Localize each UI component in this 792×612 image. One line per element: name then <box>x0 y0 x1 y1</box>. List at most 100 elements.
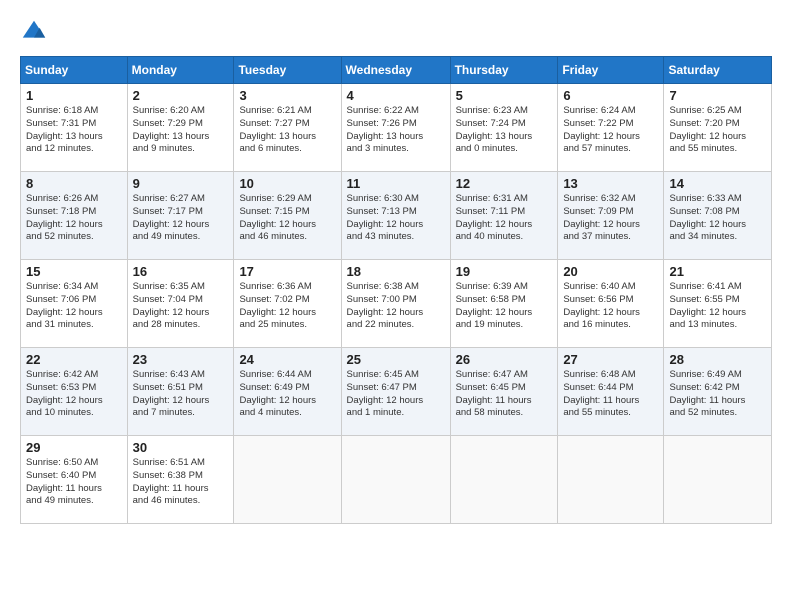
day-number: 9 <box>133 176 229 191</box>
calendar-cell: 29 Sunrise: 6:50 AM Sunset: 6:40 PM Dayli… <box>21 436 128 524</box>
day-number: 23 <box>133 352 229 367</box>
calendar-cell: 3 Sunrise: 6:21 AM Sunset: 7:27 PM Daylig… <box>234 84 341 172</box>
day-number: 3 <box>239 88 335 103</box>
day-info: Sunrise: 6:35 AM Sunset: 7:04 PM Dayligh… <box>133 281 229 332</box>
day-number: 15 <box>26 264 122 279</box>
day-info: Sunrise: 6:27 AM Sunset: 7:17 PM Dayligh… <box>133 193 229 244</box>
day-info: Sunrise: 6:24 AM Sunset: 7:22 PM Dayligh… <box>563 105 658 156</box>
calendar-cell <box>664 436 772 524</box>
calendar-header-thursday: Thursday <box>450 57 558 84</box>
calendar-cell: 13 Sunrise: 6:32 AM Sunset: 7:09 PM Dayli… <box>558 172 664 260</box>
day-number: 20 <box>563 264 658 279</box>
calendar-header-row: SundayMondayTuesdayWednesdayThursdayFrid… <box>21 57 772 84</box>
calendar-cell: 23 Sunrise: 6:43 AM Sunset: 6:51 PM Dayli… <box>127 348 234 436</box>
day-number: 4 <box>347 88 445 103</box>
day-info: Sunrise: 6:20 AM Sunset: 7:29 PM Dayligh… <box>133 105 229 156</box>
calendar-cell: 5 Sunrise: 6:23 AM Sunset: 7:24 PM Daylig… <box>450 84 558 172</box>
calendar-cell: 15 Sunrise: 6:34 AM Sunset: 7:06 PM Dayli… <box>21 260 128 348</box>
calendar-cell <box>558 436 664 524</box>
calendar-cell: 14 Sunrise: 6:33 AM Sunset: 7:08 PM Dayli… <box>664 172 772 260</box>
day-info: Sunrise: 6:18 AM Sunset: 7:31 PM Dayligh… <box>26 105 122 156</box>
day-number: 7 <box>669 88 766 103</box>
day-number: 17 <box>239 264 335 279</box>
calendar-cell: 18 Sunrise: 6:38 AM Sunset: 7:00 PM Dayli… <box>341 260 450 348</box>
calendar-cell <box>450 436 558 524</box>
logo <box>20 18 52 46</box>
day-info: Sunrise: 6:30 AM Sunset: 7:13 PM Dayligh… <box>347 193 445 244</box>
calendar-header-friday: Friday <box>558 57 664 84</box>
day-number: 18 <box>347 264 445 279</box>
day-info: Sunrise: 6:45 AM Sunset: 6:47 PM Dayligh… <box>347 369 445 420</box>
calendar-cell <box>341 436 450 524</box>
day-info: Sunrise: 6:33 AM Sunset: 7:08 PM Dayligh… <box>669 193 766 244</box>
day-number: 11 <box>347 176 445 191</box>
day-number: 27 <box>563 352 658 367</box>
day-number: 19 <box>456 264 553 279</box>
day-number: 21 <box>669 264 766 279</box>
calendar-header-monday: Monday <box>127 57 234 84</box>
calendar-cell: 19 Sunrise: 6:39 AM Sunset: 6:58 PM Dayli… <box>450 260 558 348</box>
day-info: Sunrise: 6:22 AM Sunset: 7:26 PM Dayligh… <box>347 105 445 156</box>
calendar-cell: 8Sunrise: 6:26 AM Sunset: 7:18 PM Daylig… <box>21 172 128 260</box>
calendar-cell <box>234 436 341 524</box>
day-number: 12 <box>456 176 553 191</box>
day-number: 24 <box>239 352 335 367</box>
day-info: Sunrise: 6:42 AM Sunset: 6:53 PM Dayligh… <box>26 369 122 420</box>
day-info: Sunrise: 6:34 AM Sunset: 7:06 PM Dayligh… <box>26 281 122 332</box>
calendar-header-sunday: Sunday <box>21 57 128 84</box>
calendar-week-0: 1Sunrise: 6:18 AM Sunset: 7:31 PM Daylig… <box>21 84 772 172</box>
calendar-header-tuesday: Tuesday <box>234 57 341 84</box>
calendar-week-2: 15 Sunrise: 6:34 AM Sunset: 7:06 PM Dayli… <box>21 260 772 348</box>
day-info: Sunrise: 6:38 AM Sunset: 7:00 PM Dayligh… <box>347 281 445 332</box>
day-number: 5 <box>456 88 553 103</box>
day-info: Sunrise: 6:47 AM Sunset: 6:45 PM Dayligh… <box>456 369 553 420</box>
calendar-cell: 6Sunrise: 6:24 AM Sunset: 7:22 PM Daylig… <box>558 84 664 172</box>
day-info: Sunrise: 6:50 AM Sunset: 6:40 PM Dayligh… <box>26 457 122 508</box>
calendar-cell: 25 Sunrise: 6:45 AM Sunset: 6:47 PM Dayli… <box>341 348 450 436</box>
day-info: Sunrise: 6:36 AM Sunset: 7:02 PM Dayligh… <box>239 281 335 332</box>
day-number: 29 <box>26 440 122 455</box>
day-info: Sunrise: 6:41 AM Sunset: 6:55 PM Dayligh… <box>669 281 766 332</box>
calendar-cell: 1Sunrise: 6:18 AM Sunset: 7:31 PM Daylig… <box>21 84 128 172</box>
day-info: Sunrise: 6:23 AM Sunset: 7:24 PM Dayligh… <box>456 105 553 156</box>
calendar-cell: 24Sunrise: 6:44 AM Sunset: 6:49 PM Dayli… <box>234 348 341 436</box>
day-number: 25 <box>347 352 445 367</box>
header <box>20 18 772 46</box>
calendar-cell: 16 Sunrise: 6:35 AM Sunset: 7:04 PM Dayli… <box>127 260 234 348</box>
calendar-cell: 7 Sunrise: 6:25 AM Sunset: 7:20 PM Daylig… <box>664 84 772 172</box>
day-info: Sunrise: 6:26 AM Sunset: 7:18 PM Dayligh… <box>26 193 122 244</box>
day-info: Sunrise: 6:51 AM Sunset: 6:38 PM Dayligh… <box>133 457 229 508</box>
calendar-week-3: 22 Sunrise: 6:42 AM Sunset: 6:53 PM Dayli… <box>21 348 772 436</box>
day-number: 2 <box>133 88 229 103</box>
day-info: Sunrise: 6:21 AM Sunset: 7:27 PM Dayligh… <box>239 105 335 156</box>
calendar-header-saturday: Saturday <box>664 57 772 84</box>
calendar-cell: 28Sunrise: 6:49 AM Sunset: 6:42 PM Dayli… <box>664 348 772 436</box>
calendar-cell: 20 Sunrise: 6:40 AM Sunset: 6:56 PM Dayli… <box>558 260 664 348</box>
day-info: Sunrise: 6:43 AM Sunset: 6:51 PM Dayligh… <box>133 369 229 420</box>
day-number: 14 <box>669 176 766 191</box>
day-info: Sunrise: 6:31 AM Sunset: 7:11 PM Dayligh… <box>456 193 553 244</box>
calendar-cell: 21 Sunrise: 6:41 AM Sunset: 6:55 PM Dayli… <box>664 260 772 348</box>
calendar-week-1: 8Sunrise: 6:26 AM Sunset: 7:18 PM Daylig… <box>21 172 772 260</box>
day-number: 16 <box>133 264 229 279</box>
day-info: Sunrise: 6:40 AM Sunset: 6:56 PM Dayligh… <box>563 281 658 332</box>
day-info: Sunrise: 6:48 AM Sunset: 6:44 PM Dayligh… <box>563 369 658 420</box>
day-number: 22 <box>26 352 122 367</box>
calendar-cell: 26 Sunrise: 6:47 AM Sunset: 6:45 PM Dayli… <box>450 348 558 436</box>
page: SundayMondayTuesdayWednesdayThursdayFrid… <box>0 0 792 534</box>
day-info: Sunrise: 6:25 AM Sunset: 7:20 PM Dayligh… <box>669 105 766 156</box>
day-number: 10 <box>239 176 335 191</box>
calendar-cell: 4 Sunrise: 6:22 AM Sunset: 7:26 PM Daylig… <box>341 84 450 172</box>
day-info: Sunrise: 6:39 AM Sunset: 6:58 PM Dayligh… <box>456 281 553 332</box>
day-number: 26 <box>456 352 553 367</box>
calendar-header-wednesday: Wednesday <box>341 57 450 84</box>
calendar-cell: 11 Sunrise: 6:30 AM Sunset: 7:13 PM Dayli… <box>341 172 450 260</box>
day-number: 13 <box>563 176 658 191</box>
calendar-cell: 17 Sunrise: 6:36 AM Sunset: 7:02 PM Dayli… <box>234 260 341 348</box>
logo-icon <box>20 18 48 46</box>
calendar-week-4: 29 Sunrise: 6:50 AM Sunset: 6:40 PM Dayli… <box>21 436 772 524</box>
calendar-cell: 2 Sunrise: 6:20 AM Sunset: 7:29 PM Daylig… <box>127 84 234 172</box>
day-info: Sunrise: 6:32 AM Sunset: 7:09 PM Dayligh… <box>563 193 658 244</box>
calendar-cell: 12 Sunrise: 6:31 AM Sunset: 7:11 PM Dayli… <box>450 172 558 260</box>
day-number: 30 <box>133 440 229 455</box>
